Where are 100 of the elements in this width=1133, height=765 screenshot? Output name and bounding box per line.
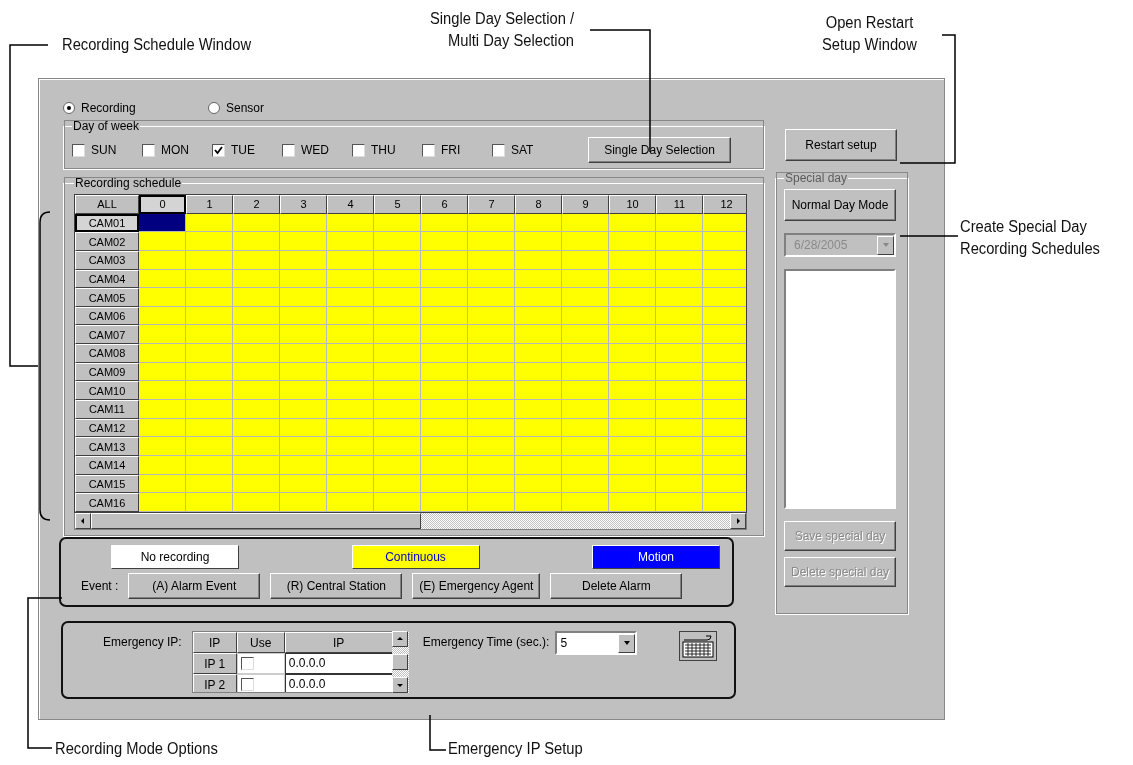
- schedule-cell[interactable]: [656, 493, 703, 512]
- camera-header[interactable]: CAM16: [75, 493, 139, 512]
- schedule-cell[interactable]: [562, 288, 609, 307]
- schedule-cell[interactable]: [280, 288, 327, 307]
- schedule-cell[interactable]: [139, 437, 186, 456]
- schedule-cell[interactable]: [327, 400, 374, 419]
- schedule-cell[interactable]: [421, 400, 468, 419]
- schedule-cell[interactable]: [139, 232, 186, 251]
- camera-header[interactable]: CAM10: [75, 381, 139, 401]
- schedule-cell[interactable]: [421, 232, 468, 251]
- schedule-cell[interactable]: [562, 344, 609, 363]
- schedule-cell[interactable]: [186, 437, 233, 456]
- recording-mode-swatch[interactable]: No recording: [111, 544, 239, 569]
- keyboard-icon[interactable]: [679, 631, 718, 661]
- schedule-cell[interactable]: [609, 325, 656, 345]
- day-checkbox[interactable]: SUN: [72, 143, 142, 157]
- schedule-cell[interactable]: [233, 400, 280, 419]
- day-checkbox[interactable]: SAT: [492, 143, 562, 157]
- schedule-cell[interactable]: [609, 232, 656, 251]
- schedule-cell[interactable]: [468, 288, 515, 307]
- hour-header[interactable]: 7: [468, 195, 515, 214]
- schedule-cell[interactable]: [186, 288, 233, 307]
- schedule-cell[interactable]: [280, 344, 327, 363]
- schedule-cell[interactable]: [562, 437, 609, 456]
- schedule-cell[interactable]: [139, 493, 186, 512]
- schedule-cell[interactable]: [280, 232, 327, 251]
- use-checkbox[interactable]: [240, 678, 254, 691]
- schedule-cell[interactable]: [280, 493, 327, 512]
- schedule-cell[interactable]: [327, 325, 374, 345]
- schedule-cell[interactable]: [139, 400, 186, 419]
- schedule-cell[interactable]: [186, 344, 233, 363]
- schedule-cell[interactable]: [139, 325, 186, 345]
- schedule-cell[interactable]: [327, 493, 374, 512]
- schedule-cell[interactable]: [186, 400, 233, 419]
- schedule-cell[interactable]: [562, 325, 609, 345]
- schedule-cell[interactable]: [374, 325, 421, 345]
- emergency-time-dropdown[interactable]: 5: [555, 631, 638, 655]
- normal-day-mode-button[interactable]: Normal Day Mode: [784, 189, 896, 221]
- schedule-cell[interactable]: [374, 288, 421, 307]
- schedule-cell[interactable]: [327, 437, 374, 456]
- schedule-cell[interactable]: [374, 232, 421, 251]
- all-header[interactable]: ALL: [75, 195, 139, 214]
- event-button[interactable]: (A) Alarm Event: [128, 572, 261, 599]
- recording-mode-swatch[interactable]: Motion: [592, 544, 720, 569]
- schedule-cell[interactable]: [280, 325, 327, 345]
- schedule-cell[interactable]: [186, 232, 233, 251]
- schedule-cell[interactable]: [233, 437, 280, 456]
- camera-header[interactable]: CAM07: [75, 325, 139, 345]
- schedule-cell[interactable]: [562, 493, 609, 512]
- schedule-cell[interactable]: [562, 232, 609, 251]
- schedule-cell[interactable]: [468, 232, 515, 251]
- schedule-cell[interactable]: [609, 288, 656, 307]
- schedule-cell[interactable]: [703, 232, 746, 251]
- schedule-cell[interactable]: [515, 232, 562, 251]
- schedule-cell[interactable]: [515, 325, 562, 345]
- schedule-cell[interactable]: [562, 400, 609, 419]
- schedule-cell[interactable]: [656, 325, 703, 345]
- schedule-cell[interactable]: [656, 344, 703, 363]
- schedule-cell[interactable]: [656, 437, 703, 456]
- horizontal-scrollbar[interactable]: [74, 512, 747, 530]
- restart-setup-button[interactable]: Restart setup: [785, 129, 897, 161]
- hour-header[interactable]: 5: [374, 195, 421, 214]
- hour-header[interactable]: 11: [656, 195, 703, 214]
- schedule-cell[interactable]: [515, 344, 562, 363]
- schedule-cell[interactable]: [562, 381, 609, 401]
- ip-field[interactable]: 0.0.0.0: [284, 674, 392, 692]
- schedule-cell[interactable]: [609, 381, 656, 401]
- schedule-cell[interactable]: [139, 344, 186, 363]
- hour-header[interactable]: 3: [280, 195, 327, 214]
- schedule-cell[interactable]: [703, 493, 746, 512]
- hour-header[interactable]: 6: [421, 195, 468, 214]
- event-button[interactable]: Delete Alarm: [550, 572, 683, 599]
- schedule-cell[interactable]: [656, 381, 703, 401]
- schedule-cell[interactable]: [374, 400, 421, 419]
- schedule-cell[interactable]: [233, 381, 280, 401]
- schedule-cell[interactable]: [468, 437, 515, 456]
- schedule-cell[interactable]: [233, 232, 280, 251]
- schedule-cell[interactable]: [186, 493, 233, 512]
- schedule-cell[interactable]: [374, 344, 421, 363]
- schedule-cell[interactable]: [468, 344, 515, 363]
- schedule-cell[interactable]: [515, 493, 562, 512]
- hour-header[interactable]: 8: [515, 195, 562, 214]
- radio-option[interactable]: Sensor: [208, 101, 353, 115]
- schedule-cell[interactable]: [656, 288, 703, 307]
- schedule-cell[interactable]: [468, 493, 515, 512]
- camera-header[interactable]: CAM05: [75, 288, 139, 307]
- schedule-cell[interactable]: [421, 493, 468, 512]
- schedule-cell[interactable]: [703, 437, 746, 456]
- schedule-cell[interactable]: [515, 288, 562, 307]
- schedule-cell[interactable]: [703, 325, 746, 345]
- event-button[interactable]: (E) Emergency Agent: [412, 572, 541, 599]
- schedule-cell[interactable]: [421, 288, 468, 307]
- schedule-cell[interactable]: [703, 288, 746, 307]
- schedule-cell[interactable]: [280, 400, 327, 419]
- schedule-cell[interactable]: [327, 232, 374, 251]
- schedule-cell[interactable]: [139, 381, 186, 401]
- hour-header[interactable]: 0: [139, 195, 186, 214]
- schedule-cell[interactable]: [609, 493, 656, 512]
- day-checkbox[interactable]: MON: [142, 143, 212, 157]
- camera-header[interactable]: CAM13: [75, 437, 139, 456]
